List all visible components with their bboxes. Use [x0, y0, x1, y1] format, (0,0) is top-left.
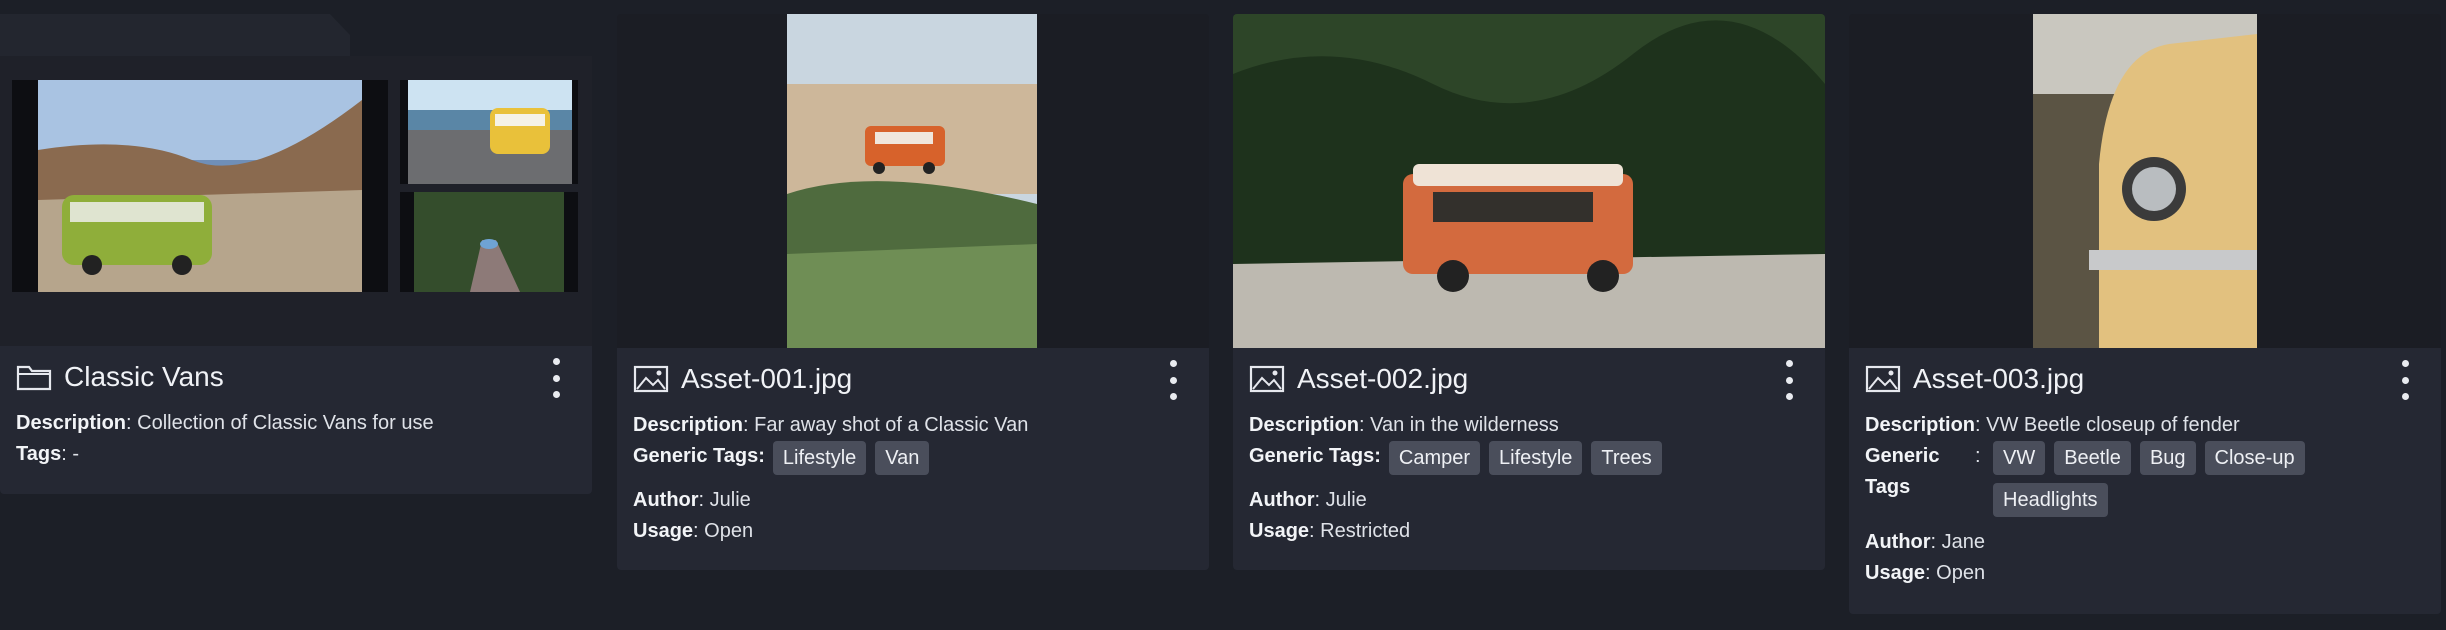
- tag-chip[interactable]: Close-up: [2204, 441, 2305, 475]
- author-label: Author: [633, 489, 699, 511]
- generic-tags-label: Generic Tags: [1865, 441, 1975, 503]
- folder-icon: [16, 363, 52, 391]
- asset-image-002: [1233, 14, 1825, 348]
- folder-tags: Tags: -: [16, 439, 576, 470]
- more-vertical-icon[interactable]: [2395, 360, 2415, 400]
- tag-chip[interactable]: Lifestyle: [1489, 441, 1583, 475]
- asset-author: Author: Julie: [1249, 485, 1809, 516]
- folder-description: Description: Collection of Classic Vans …: [16, 408, 576, 439]
- folder-card-classic-vans[interactable]: Classic Vans Description: Collection of …: [0, 14, 592, 494]
- folder-title[interactable]: Classic Vans: [64, 361, 224, 393]
- asset-title[interactable]: Asset-001.jpg: [681, 363, 852, 395]
- asset-preview-001: [617, 14, 1209, 348]
- description-value: : VW Beetle closeup of fender: [1975, 414, 2240, 436]
- asset-title[interactable]: Asset-003.jpg: [1913, 363, 2084, 395]
- author-label: Author: [1249, 489, 1315, 511]
- description-label: Description: [1865, 414, 1976, 436]
- asset-card-002[interactable]: Asset-002.jpg Description: Van in the wi…: [1233, 14, 1825, 570]
- asset-description: Description: Van in the wilderness: [1249, 410, 1809, 441]
- description-label: Description: [16, 412, 127, 434]
- asset-card-003[interactable]: Asset-003.jpg Description: VW Beetle clo…: [1849, 14, 2441, 614]
- folder-thumb-forest-road: [400, 192, 578, 292]
- generic-tags-label-line2: Tags: [1865, 476, 1911, 498]
- tag-chip[interactable]: Lifestyle: [772, 441, 867, 475]
- author-value: : Julie: [698, 489, 751, 511]
- asset-preview-003: [1849, 14, 2441, 348]
- more-vertical-icon[interactable]: [1779, 360, 1799, 400]
- generic-tags-label: Generic Tags:: [633, 445, 765, 467]
- usage-label: Usage: [1249, 520, 1310, 542]
- more-vertical-icon[interactable]: [546, 358, 566, 398]
- generic-tags-row: Generic Tags: Lifestyle Van: [633, 441, 1193, 475]
- author-value: : Jane: [1930, 531, 1986, 553]
- asset-card-001[interactable]: Asset-001.jpg Description: Far away shot…: [617, 14, 1209, 570]
- author-label: Author: [1865, 531, 1931, 553]
- asset-image-003: [1849, 14, 2441, 348]
- tags-label: Tags: [16, 443, 62, 465]
- tag-chip[interactable]: Camper: [1388, 441, 1481, 475]
- asset-image-001: [617, 14, 1209, 348]
- generic-tags-label: Generic Tags:: [1249, 445, 1381, 467]
- generic-tags-label-line1: Generic: [1865, 445, 1940, 467]
- generic-tags-row: Generic Tags: Camper Lifestyle Trees: [1249, 441, 1809, 475]
- description-value: : Van in the wilderness: [1359, 414, 1559, 436]
- image-icon: [633, 365, 669, 393]
- usage-value: : Open: [693, 520, 754, 542]
- tag-chip[interactable]: Headlights: [1993, 483, 2108, 517]
- description-label: Description: [1249, 414, 1360, 436]
- tags-value: : -: [61, 443, 79, 465]
- tag-list: Camper Lifestyle Trees: [1388, 441, 1662, 475]
- usage-label: Usage: [1865, 562, 1926, 584]
- tag-chip[interactable]: Beetle: [2054, 441, 2131, 475]
- asset-preview-002: [1233, 14, 1825, 348]
- folder-thumb-yellow-van: [400, 80, 578, 184]
- folder-thumb-green-van: [12, 80, 388, 292]
- asset-title[interactable]: Asset-002.jpg: [1297, 363, 1468, 395]
- tag-chip[interactable]: Van: [875, 441, 930, 475]
- description-value: : Far away shot of a Classic Van: [743, 414, 1029, 436]
- asset-author: Author: Julie: [633, 485, 1193, 516]
- image-icon: [1865, 365, 1901, 393]
- tag-chip[interactable]: VW: [1993, 441, 2046, 475]
- usage-label: Usage: [633, 520, 694, 542]
- folder-preview: [0, 56, 592, 346]
- asset-description: Description: Far away shot of a Classic …: [633, 410, 1193, 441]
- usage-value: : Open: [1925, 562, 1986, 584]
- description-label: Description: [633, 414, 744, 436]
- asset-author: Author: Jane: [1865, 527, 2425, 558]
- tag-list: Lifestyle Van: [772, 441, 930, 475]
- asset-usage: Usage: Restricted: [1249, 516, 1809, 547]
- asset-description: Description: VW Beetle closeup of fender: [1865, 410, 2425, 441]
- more-vertical-icon[interactable]: [1163, 360, 1183, 400]
- generic-tags-row: Generic Tags : VW Beetle Bug Close-up He…: [1865, 441, 2425, 517]
- author-value: : Julie: [1314, 489, 1367, 511]
- folder-tab: [0, 14, 350, 56]
- usage-value: : Restricted: [1309, 520, 1411, 542]
- description-value: : Collection of Classic Vans for use: [126, 412, 434, 434]
- tag-list: VW Beetle Bug Close-up Headlights: [1993, 441, 2333, 517]
- asset-usage: Usage: Open: [1865, 558, 2425, 589]
- image-icon: [1249, 365, 1285, 393]
- tags-colon: :: [1975, 445, 1981, 467]
- tag-chip[interactable]: Trees: [1591, 441, 1662, 475]
- asset-usage: Usage: Open: [633, 516, 1193, 547]
- tag-chip[interactable]: Bug: [2139, 441, 2196, 475]
